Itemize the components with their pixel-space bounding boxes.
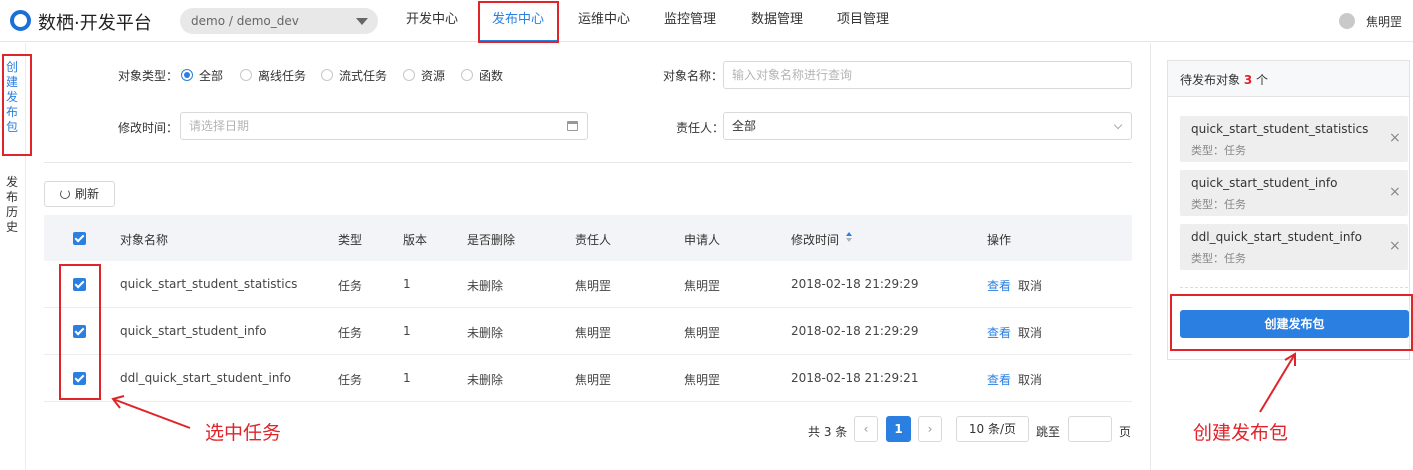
- annotation-arrow-line: [1259, 353, 1296, 413]
- annotation-arrows: [111, 352, 1296, 429]
- annotation-create-package: 创建发布包: [1193, 422, 1289, 444]
- annotation-arrow-line: [112, 398, 191, 429]
- annotation-select-tasks: 选中任务: [205, 422, 282, 444]
